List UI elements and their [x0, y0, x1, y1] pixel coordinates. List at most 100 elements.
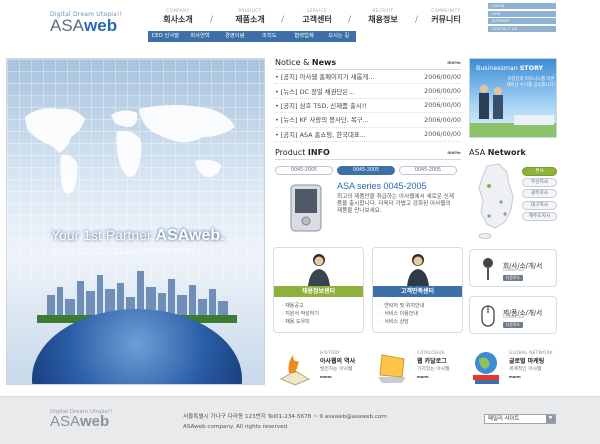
recruit-link[interactable]: 채용공고 [282, 302, 319, 310]
microphone-icon [483, 258, 493, 280]
customer-center-title: 고객만족센터 [373, 286, 462, 297]
product-tab-active[interactable]: 0045-2005 [337, 166, 395, 175]
branch-hq[interactable]: 본사 [522, 167, 557, 176]
product-info-section: Product INFO more 0045-2005 0045-2005 00… [275, 148, 461, 243]
hero-visual: Your 1st Partner ASAweb. Asaweb — Web In… [6, 58, 265, 385]
world-map-image [25, 105, 235, 194]
logo-brand: ASAweb [50, 16, 118, 35]
nav-separator: / [281, 15, 285, 25]
company-brochure-sub: DOWNLOAD [503, 268, 525, 272]
footer-address: 서울특별시 가나구 다라동 123번지 Tel01-234-5678 ~ 9 a… [183, 414, 387, 420]
book-fire-icon [279, 355, 311, 386]
nav-company[interactable]: COMPANY 회사소개 [150, 8, 206, 25]
customer-link[interactable]: 서비스 이용안내 [381, 310, 424, 318]
customer-links: 연락처 및 위치안내 서비스 이용안내 서비스 상담 [381, 302, 424, 326]
site-footer: Digital Dream Utopia!! ASAweb 서울특별시 가나구 … [0, 396, 600, 444]
catalogue-link[interactable]: CATALOGUE 웹 카달로그 가치있는 아사웹 more [372, 345, 467, 385]
mouse-icon [481, 305, 495, 327]
subnav-partners[interactable]: 협력업체 [287, 31, 322, 42]
recruit-center-box[interactable]: 채용정보센터 채용공고 지원서 작성하기 채용 도우미 [273, 247, 364, 333]
hero-caption: Asaweb — Web Innovation Digital Dream Ut… [52, 247, 202, 255]
notice-news-section: Notice & News more • [공지] 아사웹 홈페이지가 새롭게.… [275, 58, 461, 142]
recruit-center-title: 채용정보센터 [274, 286, 363, 297]
footer-info: 서울특별시 가나구 다라동 123번지 Tel01-234-5678 ~ 9 a… [183, 412, 387, 432]
family-site-select[interactable]: 패밀리 사이트 ▼ [484, 414, 556, 424]
company-brochure-download-button[interactable]: 다운로드 [503, 275, 523, 281]
company-brochure-box[interactable]: 회/사/소/개/서 DOWNLOAD 다운로드 [469, 249, 557, 287]
product-more-link[interactable]: more [447, 150, 461, 155]
global-more[interactable]: more [509, 375, 521, 379]
product-title: Product INFO [275, 148, 330, 157]
news-item[interactable]: • [공지] 아사웹 홈페이지가 새롭게... 2006/00/00 [275, 70, 461, 85]
news-item[interactable]: • [공지] 삼호 TSD, 신제품 출시!! 2006/00/00 [275, 99, 461, 114]
recruit-link[interactable]: 지원서 작성하기 [282, 310, 319, 318]
site-logo[interactable]: Digital Dream Utopia!! ASAweb [50, 11, 122, 34]
globe-books-icon [473, 352, 499, 384]
news-more-link[interactable]: more [447, 60, 461, 65]
sub-nav: CEO 인사말 회사연혁 경영이념 조직도 협력업체 오시는 길 [148, 31, 356, 42]
global-network-link[interactable]: GLOBAL NETWORK 글로벌 마케팅 세계적인 아사웹 more [469, 345, 559, 385]
util-contact[interactable]: CONTACT US [488, 25, 556, 32]
site-header: Digital Dream Utopia!! ASAweb COMPANY 회사… [0, 0, 600, 50]
nav-service[interactable]: SERVICE 고객센터 [289, 8, 345, 25]
nav-separator: / [210, 15, 214, 25]
recruit-link[interactable]: 채용 도우미 [282, 318, 319, 326]
news-header: Notice & News more [275, 58, 461, 70]
news-item[interactable]: • [뉴스] KF 사랑의 봉사단, 복구... 2006/00/00 [275, 113, 461, 128]
product-description: 최고의 제품만을 취급하는 아사웹에서 새로운 신제품을 출시합니다. 더욱더 … [337, 194, 454, 214]
nav-community[interactable]: COMMUNITY 커뮤니티 [418, 8, 474, 25]
branch-busan[interactable]: 부산지사 [522, 178, 557, 188]
catalogue-laptop-icon [378, 354, 406, 383]
product-tab[interactable]: 0045-2005 [399, 166, 457, 175]
product-model: ASA series 0045-2005 [337, 181, 427, 191]
history-more[interactable]: more [320, 375, 332, 379]
asa-network-section: ASA Network 본사 부산지사 광주지사 대구지사 제주도지사 [469, 148, 557, 239]
product-brochure-download-button[interactable]: 다운로드 [503, 322, 523, 328]
customer-agent-image [407, 254, 429, 286]
catalogue-more[interactable]: more [417, 375, 429, 379]
util-sitemap[interactable]: SITEMAP [488, 18, 556, 24]
korea-map-image [478, 163, 514, 239]
nav-recruit[interactable]: RECRUIT 채용정보 [355, 8, 411, 25]
global-nav: COMPANY 회사소개 / PRODUCT 제품소개 / SERVICE 고객… [150, 8, 470, 28]
customer-center-box[interactable]: 고객만족센터 연락처 및 위치안내 서비스 이용안내 서비스 상담 [372, 247, 463, 333]
branch-daegu[interactable]: 대구지사 [522, 200, 557, 210]
branch-list: 본사 부산지사 광주지사 대구지사 제주도지사 [522, 167, 557, 223]
product-tabs: 0045-2005 0045-2005 0045-2005 [275, 166, 461, 175]
footer-brand: ASAweb [50, 413, 110, 430]
customer-link[interactable]: 연락처 및 위치안내 [381, 302, 424, 310]
subnav-org[interactable]: 조직도 [252, 31, 287, 42]
product-tab[interactable]: 0045-2005 [275, 166, 333, 175]
businessman-story-banner[interactable]: Businessman STORY 직장인의 비즈니스를 다룬 재미난 수기를 … [469, 58, 557, 138]
network-header: ASA Network [469, 148, 557, 160]
nav-product[interactable]: PRODUCT 제품소개 [222, 8, 278, 25]
util-login[interactable]: LOGIN [488, 3, 556, 9]
branch-jeju[interactable]: 제주도지사 [522, 211, 557, 221]
product-header: Product INFO more [275, 148, 461, 160]
subnav-ceo[interactable]: CEO 인사말 [148, 31, 183, 42]
subnav-history[interactable]: 회사연혁 [183, 31, 218, 42]
recruit-agent-image [308, 254, 330, 286]
customer-link[interactable]: 서비스 상담 [381, 318, 424, 326]
branch-gwangju[interactable]: 광주지사 [522, 189, 557, 199]
subnav-location[interactable]: 오시는 길 [321, 31, 356, 42]
chevron-down-icon[interactable]: ▼ [546, 415, 555, 423]
footer-copyright: ASAweb company. All rights reserved. [183, 424, 289, 430]
news-item[interactable]: • [뉴스] DC 정밀 채권단은... 2006/00/00 [275, 84, 461, 99]
businessmen-image [470, 85, 556, 137]
network-title: ASA Network [469, 148, 526, 157]
product-brochure-sub: DOWNLOAD [503, 315, 525, 319]
product-body: ASA series 0045-2005 최고의 제품만을 취급하는 아사웹에서… [275, 175, 461, 243]
news-title: Notice & News [275, 58, 337, 67]
subnav-philosophy[interactable]: 경영이념 [217, 31, 252, 42]
util-links: LOGIN JOIN SITEMAP CONTACT US [488, 3, 556, 33]
hero-headline: Your 1st Partner ASAweb. [51, 227, 225, 244]
recruit-links: 채용공고 지원서 작성하기 채용 도우미 [282, 302, 319, 326]
pda-image[interactable] [289, 183, 323, 233]
news-item[interactable]: • [공지] ASA 홈쇼핑, 한국대표... 2006/00/00 [275, 128, 461, 142]
util-join[interactable]: JOIN [488, 10, 556, 17]
footer-logo[interactable]: Digital Dream Utopia!! ASAweb [50, 409, 112, 429]
nav-separator: / [348, 15, 352, 25]
history-link[interactable]: HISTORY 아사웹의 역사 발전하는 아사웹 more [275, 345, 370, 386]
product-brochure-box[interactable]: 제/품/소/개/서 DOWNLOAD 다운로드 [469, 296, 557, 334]
